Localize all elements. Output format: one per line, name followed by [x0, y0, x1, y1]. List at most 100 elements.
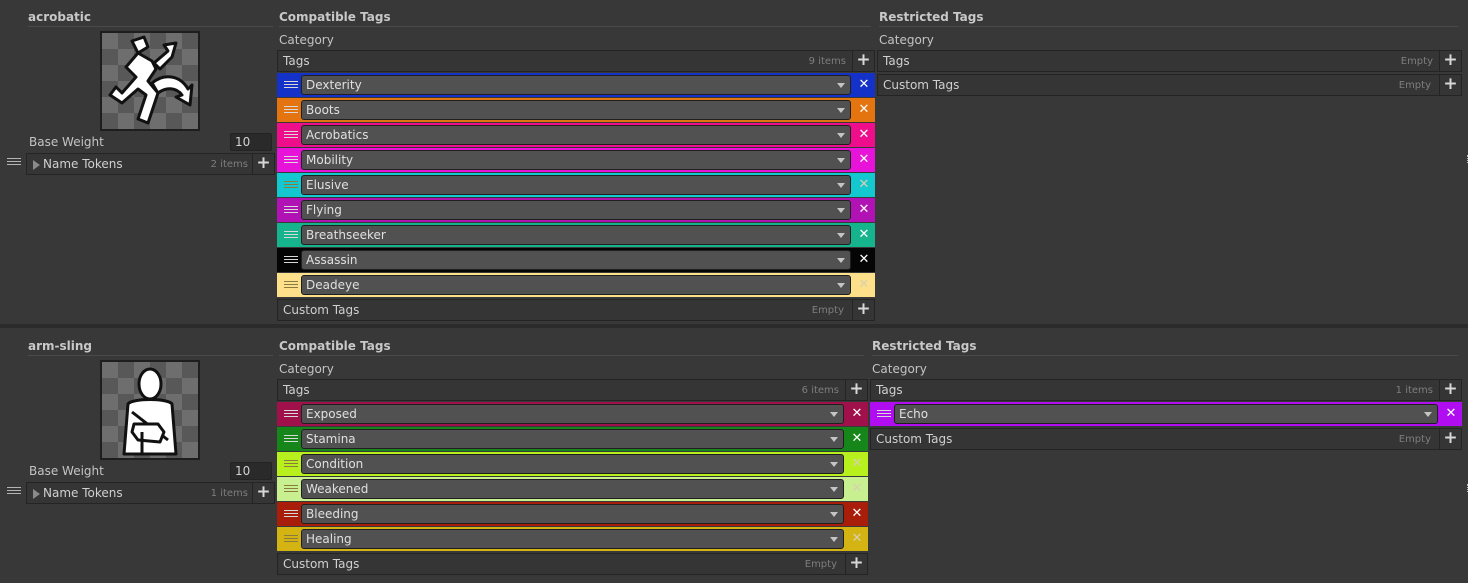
- compatible-tags-header: Tags 9 items +: [277, 50, 875, 72]
- name-tokens-label: Name Tokens: [43, 486, 123, 500]
- category-label: Category: [279, 33, 334, 47]
- compatible-tags-title: Compatible Tags: [279, 339, 864, 356]
- tag-drag-handle[interactable]: [284, 256, 298, 265]
- entry-name: acrobatic: [28, 10, 273, 27]
- tag-dropdown-label: Elusive: [306, 178, 349, 192]
- tag-drag-handle[interactable]: [284, 510, 298, 519]
- add-custom-tag-button[interactable]: +: [845, 554, 867, 574]
- remove-tag-button[interactable]: ✕: [855, 100, 873, 120]
- base-weight-input[interactable]: 10: [230, 133, 272, 151]
- tag-drag-handle[interactable]: [284, 410, 298, 419]
- compatible-custom-tags-header: Custom Tags Empty +: [277, 299, 875, 321]
- restricted-tags-title: Restricted Tags: [879, 10, 1458, 27]
- remove-tag-button[interactable]: ✕: [855, 200, 873, 220]
- tag-drag-handle[interactable]: [284, 206, 298, 215]
- arm-sling-figure-icon: [100, 360, 200, 460]
- tag-dropdown[interactable]: Elusive: [301, 175, 851, 195]
- base-weight-input[interactable]: 10: [230, 462, 272, 480]
- tag-row: Deadeye ✕: [277, 273, 875, 297]
- entry-drag-handle[interactable]: [7, 158, 21, 166]
- remove-tag-button[interactable]: ✕: [855, 125, 873, 145]
- tag-dropdown[interactable]: Boots: [301, 100, 851, 120]
- tag-dropdown-label: Mobility: [306, 153, 354, 167]
- tag-drag-handle[interactable]: [284, 535, 298, 544]
- name-tokens-foldout[interactable]: Name Tokens 1 items +: [26, 482, 275, 504]
- remove-tag-button[interactable]: ✕: [848, 504, 866, 524]
- name-tokens-foldout[interactable]: Name Tokens 2 items +: [26, 153, 275, 175]
- add-name-token-button[interactable]: +: [252, 154, 274, 174]
- tag-drag-handle[interactable]: [284, 181, 298, 190]
- tag-row: Breathseeker ✕: [277, 223, 875, 247]
- tag-dropdown[interactable]: Mobility: [301, 150, 851, 170]
- entry-drag-handle[interactable]: [7, 487, 21, 495]
- remove-tag-button[interactable]: ✕: [855, 175, 873, 195]
- tag-dropdown[interactable]: Stamina: [301, 429, 844, 449]
- tag-drag-handle[interactable]: [284, 231, 298, 240]
- remove-tag-button[interactable]: ✕: [855, 250, 873, 270]
- tag-drag-handle[interactable]: [284, 460, 298, 469]
- add-tag-button[interactable]: +: [1439, 380, 1461, 400]
- add-tag-button[interactable]: +: [852, 51, 874, 71]
- add-tag-button[interactable]: +: [1439, 51, 1461, 71]
- add-custom-tag-button[interactable]: +: [1439, 429, 1461, 449]
- tag-drag-handle[interactable]: [284, 106, 298, 115]
- custom-tags-label: Custom Tags: [883, 78, 960, 92]
- tag-row: Flying ✕: [277, 198, 875, 222]
- tag-drag-handle[interactable]: [877, 410, 891, 419]
- add-name-token-button[interactable]: +: [252, 483, 274, 503]
- tag-dropdown[interactable]: Assassin: [301, 250, 851, 270]
- tag-dropdown-label: Assassin: [306, 253, 358, 267]
- add-custom-tag-button[interactable]: +: [1439, 75, 1461, 95]
- remove-tag-button[interactable]: ✕: [848, 479, 866, 499]
- tag-drag-handle[interactable]: [284, 435, 298, 444]
- chevron-down-icon: [830, 487, 838, 492]
- add-custom-tag-button[interactable]: +: [852, 300, 874, 320]
- remove-tag-button[interactable]: ✕: [848, 454, 866, 474]
- tag-dropdown[interactable]: Weakened: [301, 479, 844, 499]
- tag-drag-handle[interactable]: [284, 281, 298, 290]
- tag-drag-handle[interactable]: [284, 81, 298, 90]
- tag-dropdown[interactable]: Bleeding: [301, 504, 844, 524]
- tag-drag-handle[interactable]: [284, 156, 298, 165]
- tag-row: Healing ✕: [277, 527, 868, 551]
- foldout-arrow-icon[interactable]: [33, 489, 40, 499]
- chevron-down-icon: [830, 512, 838, 517]
- remove-tag-button[interactable]: ✕: [855, 275, 873, 295]
- tag-dropdown[interactable]: Exposed: [301, 404, 844, 424]
- tag-dropdown-label: Bleeding: [306, 507, 359, 521]
- tags-count: 9 items: [808, 56, 846, 67]
- tag-dropdown[interactable]: Healing: [301, 529, 844, 549]
- add-tag-button[interactable]: +: [845, 380, 867, 400]
- tag-row: Bleeding ✕: [277, 502, 868, 526]
- tag-dropdown[interactable]: Deadeye: [301, 275, 851, 295]
- tag-dropdown[interactable]: Acrobatics: [301, 125, 851, 145]
- tag-dropdown-label: Echo: [899, 407, 929, 421]
- remove-tag-button[interactable]: ✕: [855, 75, 873, 95]
- acrobat-figure-icon: [100, 31, 200, 131]
- tag-dropdown[interactable]: Dexterity: [301, 75, 851, 95]
- tags-label: Tags: [283, 383, 310, 397]
- remove-tag-button[interactable]: ✕: [848, 429, 866, 449]
- tags-label: Tags: [883, 54, 910, 68]
- tag-dropdown[interactable]: Condition: [301, 454, 844, 474]
- custom-tags-label: Custom Tags: [283, 557, 360, 571]
- tag-drag-handle[interactable]: [284, 485, 298, 494]
- remove-tag-button[interactable]: ✕: [848, 404, 866, 424]
- foldout-arrow-icon[interactable]: [33, 160, 40, 170]
- remove-tag-button[interactable]: ✕: [855, 150, 873, 170]
- tag-dropdown[interactable]: Flying: [301, 200, 851, 220]
- name-tokens-label: Name Tokens: [43, 157, 123, 171]
- tag-dropdown[interactable]: Echo: [894, 404, 1438, 424]
- restricted-tags-header: Tags 1 items +: [870, 379, 1462, 401]
- tag-dropdown-label: Condition: [306, 457, 364, 471]
- chevron-down-icon: [837, 183, 845, 188]
- custom-tags-count: Empty: [804, 559, 837, 570]
- remove-tag-button[interactable]: ✕: [855, 225, 873, 245]
- tag-dropdown-label: Acrobatics: [306, 128, 369, 142]
- tag-dropdown[interactable]: Breathseeker: [301, 225, 851, 245]
- tag-row: Echo ✕: [870, 402, 1462, 426]
- remove-tag-button[interactable]: ✕: [848, 529, 866, 549]
- remove-tag-button[interactable]: ✕: [1442, 404, 1460, 424]
- tag-drag-handle[interactable]: [284, 131, 298, 140]
- tag-dropdown-label: Weakened: [306, 482, 369, 496]
